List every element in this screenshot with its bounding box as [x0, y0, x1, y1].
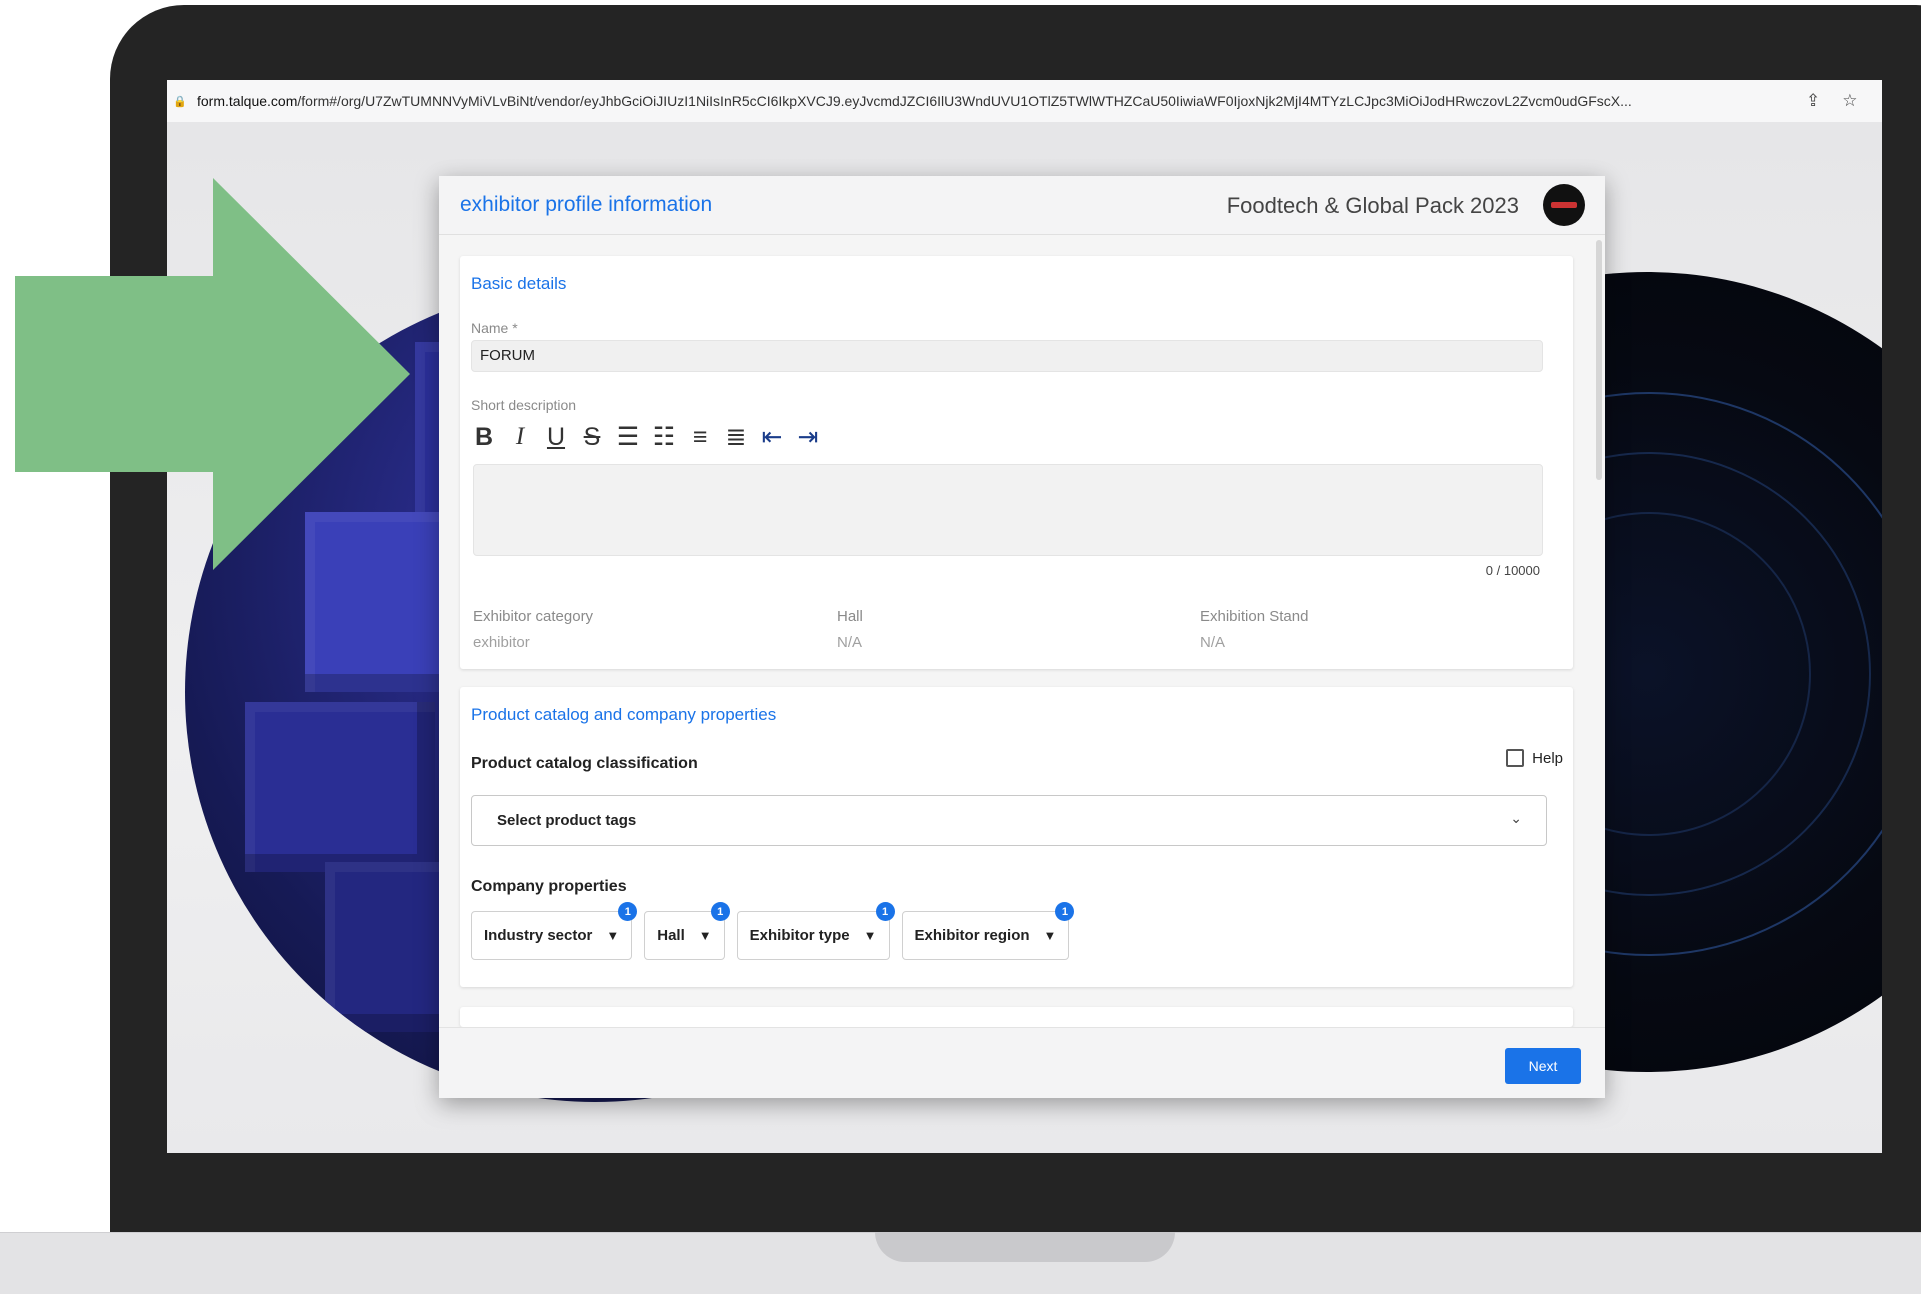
editor-toolbar: B I U S ☰ ☷ ≡ ≣ ⇤ ⇥	[470, 422, 822, 452]
laptop-notch	[875, 1232, 1175, 1262]
strikethrough-icon[interactable]: S	[578, 422, 606, 452]
chevron-down-icon: ▼	[606, 928, 620, 943]
share-icon[interactable]: ⇪	[1806, 91, 1820, 111]
green-arrow-icon	[15, 178, 410, 570]
chevron-down-icon: ⌄	[1510, 810, 1522, 826]
url-text[interactable]: form.talque.com/form#/org/U7ZwTUMNNVyMiV…	[197, 93, 1792, 109]
catalog-classification-label: Product catalog classification	[471, 755, 698, 772]
help-label: Help	[1532, 749, 1563, 767]
short-description-editor[interactable]	[473, 464, 1543, 556]
exhibitor-type-dropdown[interactable]: Exhibitor type ▼ 1	[736, 902, 895, 960]
exhibitor-region-dropdown[interactable]: Exhibitor region ▼ 1	[901, 902, 1075, 960]
hall-dropdown[interactable]: Hall ▼ 1	[644, 902, 730, 960]
company-properties-filters: Industry sector ▼ 1 Hall ▼ 1 Exhibitor typ…	[471, 902, 1075, 960]
next-section-card	[460, 1007, 1573, 1027]
indent-icon[interactable]: ⇥	[794, 422, 822, 452]
chevron-down-icon: ▼	[698, 928, 712, 943]
hall-value: N/A	[837, 634, 863, 651]
next-button[interactable]: Next	[1505, 1048, 1581, 1084]
product-tags-select[interactable]: Select product tags ⌄	[471, 795, 1547, 846]
align-justify-icon[interactable]: ≣	[722, 422, 750, 452]
italic-icon[interactable]: I	[506, 422, 534, 452]
modal-footer: Next	[439, 1027, 1605, 1098]
address-bar[interactable]: 🔒 form.talque.com/form#/org/U7ZwTUMNNVyM…	[167, 80, 1882, 123]
modal-scrollbar[interactable]	[1596, 240, 1602, 480]
help-toggle[interactable]: Help	[1506, 749, 1563, 767]
lock-icon: 🔒	[173, 95, 187, 108]
count-badge: 1	[875, 902, 895, 921]
event-name: Foodtech & Global Pack 2023	[1226, 193, 1519, 218]
underline-icon[interactable]: U	[542, 422, 570, 452]
hall-label: Hall	[837, 608, 863, 625]
exhibitor-form-modal: exhibitor profile information Foodtech &…	[439, 176, 1605, 1098]
modal-title: exhibitor profile information	[460, 193, 713, 216]
exhibition-stand-value: N/A	[1200, 634, 1226, 651]
bookmark-star-icon[interactable]: ☆	[1842, 91, 1857, 111]
count-badge: 1	[1055, 902, 1075, 921]
align-left-icon[interactable]: ≡	[686, 422, 714, 452]
numbered-list-icon[interactable]: ☷	[650, 422, 678, 452]
short-description-label: Short description	[471, 397, 577, 413]
product-catalog-card: Product catalog and company properties P…	[460, 687, 1573, 987]
outdent-icon[interactable]: ⇤	[758, 422, 786, 452]
industry-sector-dropdown[interactable]: Industry sector ▼ 1	[471, 902, 638, 960]
event-logo-icon	[1543, 184, 1585, 226]
section-title-catalog: Product catalog and company properties	[471, 705, 777, 724]
name-input[interactable]: FORUM	[471, 340, 1543, 372]
chevron-down-icon: ▼	[1043, 928, 1057, 943]
basic-details-card: Basic details Name * FORUM Short descrip…	[460, 256, 1573, 669]
help-checkbox[interactable]	[1506, 749, 1525, 767]
bold-icon[interactable]: B	[470, 422, 498, 452]
character-counter: 0 / 10000	[1485, 563, 1540, 578]
count-badge: 1	[618, 902, 638, 921]
modal-header: exhibitor profile information Foodtech &…	[439, 176, 1605, 235]
company-properties-label: Company properties	[471, 878, 627, 895]
exhibitor-category-label: Exhibitor category	[473, 608, 594, 625]
product-tags-placeholder: Select product tags	[497, 812, 637, 829]
count-badge: 1	[710, 902, 730, 921]
bullet-list-icon[interactable]: ☰	[614, 422, 642, 452]
exhibition-stand-label: Exhibition Stand	[1200, 608, 1309, 625]
section-title-basic: Basic details	[471, 274, 567, 293]
chevron-down-icon: ▼	[863, 928, 877, 943]
exhibitor-category-value: exhibitor	[473, 634, 530, 651]
name-label: Name *	[471, 320, 518, 336]
